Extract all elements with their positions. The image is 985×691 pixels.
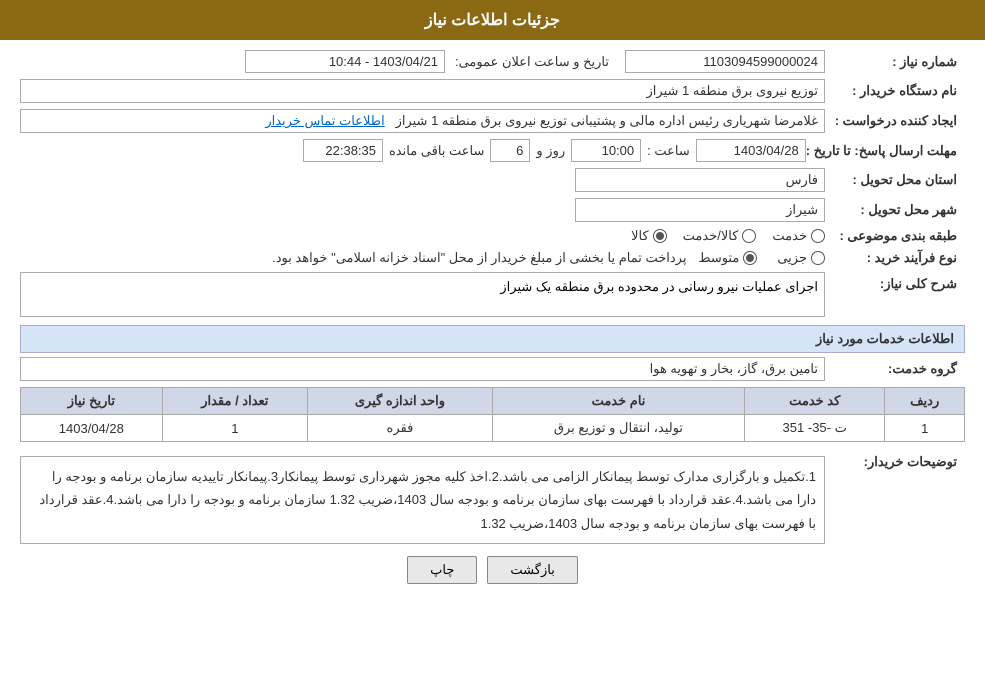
radio-kala-khadamat-circle [742,229,756,243]
need-description-row: شرح کلی نیاز: [20,272,965,317]
radio-khadamat-label: خدمت [772,228,807,244]
page-wrapper: جزئیات اطلاعات نیاز شماره نیاز : 1103094… [0,0,985,691]
need-number-row: شماره نیاز : 1103094599000024 تاریخ و سا… [20,50,965,73]
col-header-date: تاریخ نیاز [21,388,163,415]
service-table: ردیف کد خدمت نام خدمت واحد اندازه گیری ت… [20,387,965,442]
process-label: نوع فرآیند خرید : [825,250,965,266]
city-label: شهر محل تحویل : [825,202,965,218]
province-row: استان محل تحویل : فارس [20,168,965,192]
col-header-qty: تعداد / مقدار [162,388,307,415]
deadline-label: مهلت ارسال پاسخ: تا تاریخ : [806,143,965,159]
city-value: شیراز [575,198,825,222]
service-group-label: گروه خدمت: [825,361,965,377]
radio-motoset-circle [743,251,757,265]
buttons-row: بازگشت چاپ [20,556,965,584]
remaining-value: 22:38:35 [303,139,383,162]
radio-kala-circle [653,229,667,243]
notes-box: 1.تکمیل و بارگزاری مدارک توسط پیمانکار ا… [20,456,825,544]
col-header-code: کد خدمت [745,388,885,415]
deadline-date: 1403/04/28 [696,139,806,162]
city-row: شهر محل تحویل : شیراز [20,198,965,222]
notes-label: توضیحات خریدار: [825,450,965,470]
deadline-fields: 1403/04/28 ساعت : 10:00 روز و 6 ساعت باق… [20,139,806,162]
creator-label: ایجاد کننده درخواست : [825,113,965,129]
radio-jozi-circle [811,251,825,265]
radio-kala-khadamat[interactable]: کالا/خدمت [683,228,757,244]
service-info-header: اطلاعات خدمات مورد نیاز [20,325,965,353]
announce-label: تاریخ و ساعت اعلان عمومی: [445,54,625,70]
days-value: 6 [490,139,530,162]
page-title: جزئیات اطلاعات نیاز [425,12,560,29]
deadline-row: مهلت ارسال پاسخ: تا تاریخ : 1403/04/28 س… [20,139,965,162]
need-description-label: شرح کلی نیاز: [825,272,965,292]
radio-motoset-label: متوسط [698,250,739,266]
need-number-label: شماره نیاز : [825,54,965,70]
time-label: ساعت : [647,143,690,159]
process-options: جزیی متوسط [698,250,825,266]
need-number-value: 1103094599000024 [625,50,825,73]
buyer-name-value: توزیع نیروی برق منطقه 1 شیراز [20,79,825,103]
notes-row: توضیحات خریدار: 1.تکمیل و بارگزاری مدارک… [20,450,965,544]
col-header-unit: واحد اندازه گیری [307,388,492,415]
service-group-value: تامین برق، گاز، بخار و تهویه هوا [20,357,825,381]
radio-khadamat[interactable]: خدمت [772,228,825,244]
service-group-row: گروه خدمت: تامین برق، گاز، بخار و تهویه … [20,357,965,381]
table-header-row: ردیف کد خدمت نام خدمت واحد اندازه گیری ت… [21,388,965,415]
col-header-rownum: ردیف [885,388,965,415]
process-description: پرداخت تمام یا بخشی از مبلغ خریدار از مح… [20,250,698,266]
back-button[interactable]: بازگشت [487,556,577,584]
category-radio-group: خدمت کالا/خدمت کالا [20,228,825,244]
radio-jozi[interactable]: جزیی [777,250,825,266]
print-button[interactable]: چاپ [407,556,477,584]
radio-motoset[interactable]: متوسط [698,250,757,266]
process-row: نوع فرآیند خرید : جزیی متوسط پرداخت تمام… [20,250,965,266]
content-area: شماره نیاز : 1103094599000024 تاریخ و سا… [0,40,985,604]
page-header: جزئیات اطلاعات نیاز [0,0,985,40]
notes-text: 1.تکمیل و بارگزاری مدارک توسط پیمانکار ا… [39,469,816,531]
radio-kala-label: کالا [631,228,649,244]
buyer-name-row: نام دستگاه خریدار : توزیع نیروی برق منطق… [20,79,965,103]
col-header-name: نام خدمت [492,388,744,415]
category-label: طبقه بندی موضوعی : [825,228,965,244]
province-label: استان محل تحویل : [825,172,965,188]
creator-row: ایجاد کننده درخواست : غلامرضا شهریاری رئ… [20,109,965,133]
radio-kala-khadamat-label: کالا/خدمت [683,228,739,244]
buyer-name-label: نام دستگاه خریدار : [825,83,965,99]
table-row: 1ت -35- 351تولید، انتقال و توزیع برقفقره… [21,415,965,442]
creator-value: غلامرضا شهریاری رئیس اداره مالی و پشتیبا… [20,109,825,133]
radio-khadamat-circle [811,229,825,243]
radio-jozi-label: جزیی [777,250,807,266]
radio-kala[interactable]: کالا [631,228,667,244]
need-description-textarea[interactable] [20,272,825,317]
announce-value: 1403/04/21 - 10:44 [245,50,445,73]
category-row: طبقه بندی موضوعی : خدمت کالا/خدمت کالا [20,228,965,244]
deadline-time: 10:00 [571,139,641,162]
days-label: روز و [536,143,565,159]
contact-link[interactable]: اطلاعات تماس خریدار [265,113,384,128]
remaining-label: ساعت باقی مانده [389,143,484,159]
province-value: فارس [575,168,825,192]
